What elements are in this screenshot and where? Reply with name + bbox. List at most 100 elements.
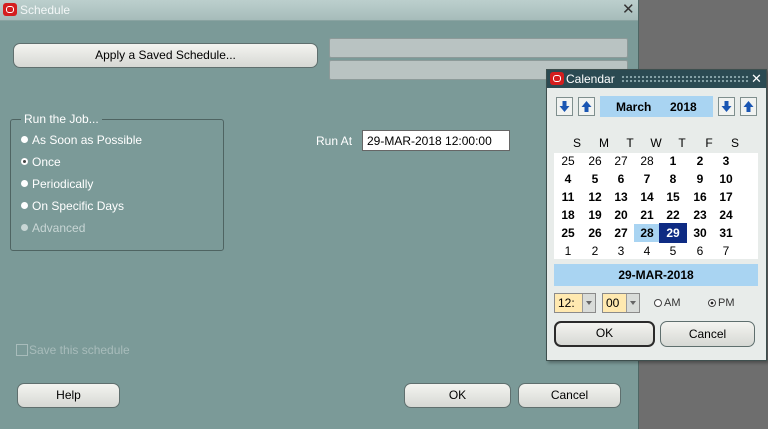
next-year-button[interactable] (740, 97, 757, 116)
calendar-day[interactable]: 24 (713, 206, 739, 224)
ok-button[interactable]: OK (404, 383, 511, 408)
calendar-cancel-button[interactable]: Cancel (660, 321, 755, 347)
oracle-logo-icon (550, 72, 564, 85)
weekday-label: S (572, 136, 581, 150)
calendar-day[interactable]: 3 (608, 242, 634, 260)
next-month-button[interactable] (578, 97, 595, 116)
weekday-label: T (626, 136, 634, 150)
am-radio[interactable]: AM (654, 297, 681, 309)
calendar-grid: 25 26 27 28 1 2 3 4 5 6 7 8 9 10 11 12 13 14 15 16 17 18 19 20 2… (554, 153, 758, 259)
schedule-name-field (329, 38, 628, 58)
calendar-day[interactable]: 31 (713, 224, 739, 242)
calendar-day[interactable]: 28 (634, 152, 660, 170)
arrow-down-icon (721, 101, 732, 112)
calendar-day[interactable]: 15 (660, 188, 686, 206)
calendar-day[interactable]: 19 (582, 206, 608, 224)
radio-advanced: Advanced (21, 219, 85, 237)
calendar-window: Calendar ✕ March 2018 S M T W T F S 25 26… (546, 69, 767, 361)
radio-label: Once (32, 155, 61, 169)
radio-label: On Specific Days (32, 199, 125, 213)
calendar-day[interactable]: 6 (687, 242, 713, 260)
arrow-down-icon (559, 101, 570, 112)
calendar-day[interactable]: 7 (713, 242, 739, 260)
radio-icon (21, 180, 28, 187)
radio-periodically[interactable]: Periodically (21, 175, 93, 193)
apply-saved-schedule-button[interactable]: Apply a Saved Schedule... (13, 43, 318, 68)
calendar-day[interactable]: 8 (660, 170, 686, 188)
radio-on-specific-days[interactable]: On Specific Days (21, 197, 124, 215)
radio-label: As Soon as Possible (32, 133, 143, 147)
calendar-day[interactable]: 5 (582, 170, 608, 188)
calendar-day[interactable]: 18 (555, 206, 581, 224)
calendar-day[interactable]: 14 (634, 188, 660, 206)
calendar-day[interactable]: 5 (660, 242, 686, 260)
month-label: March (616, 100, 652, 114)
prev-month-button[interactable] (556, 97, 573, 116)
calendar-day[interactable]: 7 (634, 170, 660, 188)
calendar-day[interactable]: 30 (687, 224, 713, 242)
prev-year-button[interactable] (718, 97, 735, 116)
calendar-day[interactable]: 1 (555, 242, 581, 260)
calendar-day[interactable]: 22 (660, 206, 686, 224)
calendar-day[interactable]: 12 (582, 188, 608, 206)
run-at-input[interactable] (362, 130, 510, 151)
weekday-label: F (705, 136, 713, 150)
calendar-day[interactable]: 4 (555, 170, 581, 188)
hour-select[interactable]: 12: (554, 293, 596, 313)
year-label: 2018 (670, 100, 697, 114)
radio-label: Periodically (32, 177, 94, 191)
calendar-day[interactable]: 29 (659, 223, 687, 243)
radio-icon (21, 136, 28, 143)
calendar-day[interactable]: 9 (687, 170, 713, 188)
calendar-day[interactable]: 20 (608, 206, 634, 224)
hour-value: 12: (558, 296, 575, 310)
dropdown-arrow-icon[interactable] (626, 294, 639, 312)
calendar-day[interactable]: 2 (687, 152, 713, 170)
run-the-job-legend: Run the Job... (21, 112, 102, 126)
selected-date-display: 29-MAR-2018 (554, 264, 758, 286)
calendar-day[interactable]: 2 (582, 242, 608, 260)
run-at-label: Run At (316, 134, 353, 148)
calendar-day[interactable]: 10 (713, 170, 739, 188)
calendar-day[interactable]: 21 (634, 206, 660, 224)
calendar-day[interactable]: 23 (687, 206, 713, 224)
calendar-day[interactable]: 26 (582, 224, 608, 242)
arrow-up-icon (581, 101, 592, 112)
oracle-logo-icon (3, 3, 17, 16)
pm-label: PM (718, 297, 735, 309)
calendar-day[interactable]: 1 (660, 152, 686, 170)
calendar-day[interactable]: 13 (608, 188, 634, 206)
calendar-day[interactable]: 11 (555, 188, 581, 206)
month-year-display: March 2018 (600, 96, 713, 117)
calendar-titlebar[interactable]: Calendar ✕ (547, 70, 766, 88)
calendar-ok-button[interactable]: OK (554, 321, 655, 347)
dropdown-arrow-icon[interactable] (582, 294, 595, 312)
help-button[interactable]: Help (17, 383, 120, 408)
calendar-day[interactable]: 26 (582, 152, 608, 170)
titlebar-grip (621, 75, 749, 83)
calendar-day[interactable]: 27 (608, 152, 634, 170)
minute-select[interactable]: 00 (602, 293, 640, 313)
close-icon[interactable]: ✕ (622, 2, 635, 17)
calendar-day[interactable]: 25 (555, 224, 581, 242)
calendar-day[interactable]: 25 (555, 152, 581, 170)
radio-as-soon-as-possible[interactable]: As Soon as Possible (21, 131, 142, 149)
calendar-day[interactable]: 16 (687, 188, 713, 206)
radio-icon (21, 202, 28, 209)
calendar-day[interactable]: 6 (608, 170, 634, 188)
close-icon[interactable]: ✕ (751, 71, 762, 86)
cancel-button[interactable]: Cancel (518, 383, 621, 408)
calendar-day[interactable]: 17 (713, 188, 739, 206)
radio-label: Advanced (32, 221, 86, 235)
schedule-titlebar[interactable]: Schedule ✕ (0, 0, 638, 21)
calendar-day[interactable]: 28 (634, 224, 660, 242)
pm-radio[interactable]: PM (708, 297, 735, 309)
save-schedule-label: Save this schedule (29, 343, 130, 357)
radio-selected-icon (21, 158, 28, 165)
calendar-day[interactable]: 3 (713, 152, 739, 170)
calendar-day[interactable]: 4 (634, 242, 660, 260)
calendar-day[interactable]: 27 (608, 224, 634, 242)
radio-once[interactable]: Once (21, 153, 61, 171)
weekday-label: T (678, 136, 686, 150)
weekday-label: W (650, 136, 662, 150)
